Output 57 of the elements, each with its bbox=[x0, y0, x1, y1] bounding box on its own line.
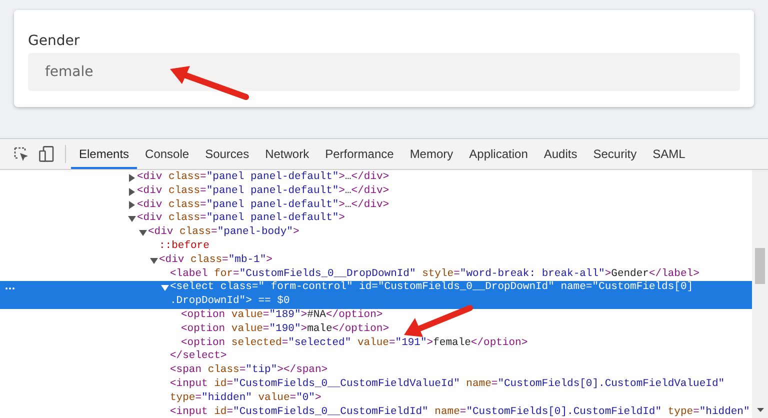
expanded-triangle-icon[interactable] bbox=[139, 229, 147, 238]
collapsed-triangle-icon[interactable] bbox=[128, 174, 136, 182]
devtools-tab[interactable]: Application bbox=[461, 139, 536, 169]
devtools-tab[interactable]: Sources bbox=[197, 139, 258, 169]
gender-select-field[interactable]: female bbox=[28, 53, 740, 91]
code-line: <div class="panel panel-default">…</div> bbox=[137, 198, 390, 212]
expanded-triangle-icon[interactable] bbox=[150, 256, 158, 265]
code-line: ::before bbox=[159, 240, 210, 254]
devtools-tab[interactable]: Network bbox=[257, 139, 318, 169]
code-line: <div class="panel panel-default">…</div> bbox=[137, 171, 390, 185]
dom-node-row[interactable]: <input id="CustomFields_0__CustomFieldId" name="CustomFields[0].CustomFieldId" type="hidden" bbox=[0, 406, 752, 418]
code-line: <option selected="selected" value="191">female</option> bbox=[181, 336, 528, 350]
dom-node-row[interactable]: <input id="CustomFields_0__CustomFieldValueId" name="CustomFields[0].CustomFieldValueId" type="hidden" value="0"> bbox=[0, 378, 752, 406]
dom-node-row[interactable]: <span class="tip"></span> bbox=[0, 364, 752, 378]
devtools-tab[interactable]: Performance bbox=[317, 139, 402, 169]
code-line: <option value="189">#NA</option> bbox=[181, 308, 383, 323]
expanded-triangle-icon[interactable] bbox=[128, 215, 136, 224]
devtools-tab[interactable]: Security bbox=[585, 139, 645, 169]
dom-node-row[interactable]: <select class=" form-control" id="CustomFields_0__DropDownId" name="CustomFields[0] .DropDownId"> == $0 bbox=[0, 281, 752, 309]
code-line: <option value="190">male</option> bbox=[181, 322, 389, 337]
dom-node-row[interactable]: <div class="panel panel-default"> bbox=[0, 212, 752, 226]
code-line: <input id="CustomFields_0__CustomFieldId" name="CustomFields[0].CustomFieldId" type="hidden" bbox=[170, 406, 750, 418]
devtools-tab[interactable]: Audits bbox=[536, 139, 586, 169]
code-line: <span class="tip"></span> bbox=[170, 364, 328, 378]
code-line: <label for="CustomFields_0__DropDownId" style="word-break: break-all">Gender</label> bbox=[170, 268, 700, 281]
code-line: <select class=" form-control" id="CustomFields_0__DropDownId" name="CustomFields[0] .DropDownId"> == $0 bbox=[170, 281, 694, 309]
field-label: Gender bbox=[28, 33, 80, 50]
device-toggle-icon[interactable] bbox=[39, 146, 54, 162]
scrollbar-thumb[interactable] bbox=[755, 248, 765, 284]
dom-node-row[interactable]: <option value="190">male</option> bbox=[0, 322, 752, 337]
expanded-triangle-icon[interactable] bbox=[161, 284, 169, 292]
code-line: <div class="panel-body"> bbox=[148, 226, 300, 240]
dom-node-row[interactable]: </select> bbox=[0, 350, 752, 364]
code-line: <div class="mb-1"> bbox=[159, 254, 272, 268]
dom-node-row[interactable]: <div class="panel panel-default">…</div> bbox=[0, 184, 752, 199]
code-line: </select> bbox=[170, 350, 227, 364]
dom-node-row[interactable]: <div class="mb-1"> bbox=[0, 254, 752, 268]
code-line: <div class="panel panel-default"> bbox=[137, 212, 345, 226]
inspect-icon[interactable] bbox=[14, 146, 29, 162]
more-icon[interactable] bbox=[5, 287, 15, 290]
code-line: <input id="CustomFields_0__CustomFieldValueId" name="CustomFields[0].CustomFieldValueId" type="hidden" value="0"> bbox=[170, 378, 725, 406]
dom-node-row[interactable]: <label for="CustomFields_0__DropDownId" style="word-break: break-all">Gender</label> bbox=[0, 268, 752, 282]
dom-node-row[interactable]: <div class="panel panel-default">…</div> bbox=[0, 171, 752, 185]
devtools-tab[interactable]: Elements bbox=[71, 139, 138, 169]
scrollbar[interactable] bbox=[752, 170, 768, 418]
scroll-down-icon[interactable] bbox=[757, 408, 764, 412]
dom-node-row[interactable]: <option selected="selected" value="191">female</option> bbox=[0, 336, 752, 350]
code-line: <div class="panel panel-default">…</div> bbox=[137, 184, 390, 199]
dom-node-row[interactable]: <div class="panel panel-default">…</div> bbox=[0, 198, 752, 212]
dom-node-row[interactable]: <div class="panel-body"> bbox=[0, 226, 752, 240]
dom-node-row[interactable]: ::before bbox=[0, 240, 752, 254]
collapsed-triangle-icon[interactable] bbox=[128, 201, 136, 210]
devtools-tab[interactable]: Memory bbox=[402, 139, 462, 169]
collapsed-triangle-icon[interactable] bbox=[128, 188, 136, 196]
dom-node-row[interactable]: <option value="189">#NA</option> bbox=[0, 308, 752, 323]
devtools-tab[interactable]: SAML bbox=[644, 139, 694, 169]
devtools-tab[interactable]: Console bbox=[137, 139, 198, 169]
